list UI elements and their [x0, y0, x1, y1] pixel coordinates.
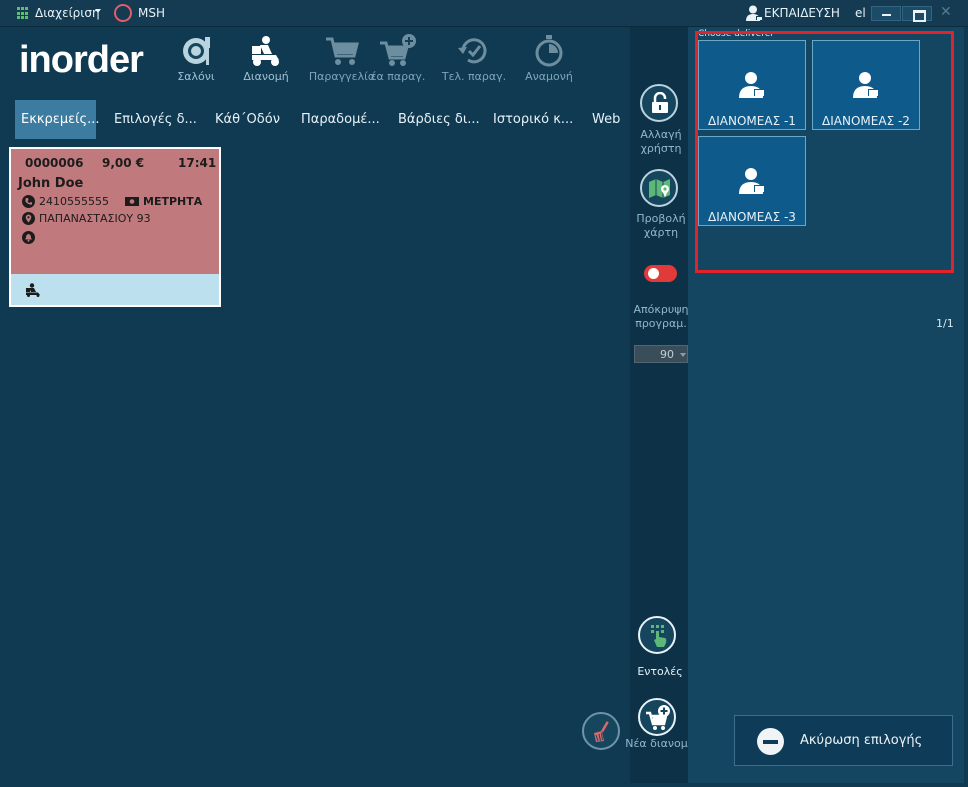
toolbar-last-orders[interactable]: Τελ. παραγ.: [434, 34, 514, 83]
hide-schedule-label: Απόκρυψη προγραμ.: [633, 303, 689, 330]
language-selector[interactable]: el: [855, 6, 866, 20]
customer-address: ΠΑΠΑΝΑΣΤΑΣΙΟΥ 93: [39, 212, 151, 225]
apps-grid-icon[interactable]: [17, 7, 30, 20]
close-button[interactable]: ✕: [940, 4, 952, 20]
numeric-selector-value: 90: [660, 348, 674, 361]
payment-method: ΜΕΤΡΗΤΑ: [143, 195, 203, 208]
map-view-button[interactable]: [640, 169, 678, 207]
toolbar-label: έα παραγ.: [370, 70, 426, 83]
order-number: 0000006: [25, 156, 84, 170]
tab-delivery-options[interactable]: Επιλογές δ...: [108, 100, 203, 139]
toolbar-label: Αναμονή: [525, 70, 573, 83]
commands-label: Εντολές: [637, 665, 683, 678]
tab-web[interactable]: Web: [586, 100, 626, 139]
change-user-label: Αλλαγή χρήστη: [640, 128, 682, 155]
chevron-down-icon[interactable]: [680, 353, 686, 357]
store-name: MSH: [138, 6, 165, 20]
maximize-button[interactable]: [902, 6, 932, 22]
order-amount: 9,00 €: [102, 156, 145, 170]
unlock-icon: [652, 92, 668, 113]
cart-plus-icon: [380, 34, 416, 66]
cancel-selection-label: Ακύρωση επιλογής: [800, 733, 923, 748]
toolbar-salon[interactable]: Σαλόνι: [156, 34, 236, 83]
toolbar-waiting[interactable]: Αναμονή: [509, 34, 589, 83]
current-user[interactable]: ΕΚΠΑΙΔΕΥΣΗ: [764, 6, 840, 20]
map-icon: [649, 179, 670, 198]
tab-delivered[interactable]: Παραδομέ...: [295, 100, 386, 139]
clear-button[interactable]: [582, 712, 620, 750]
store-status-icon: [114, 4, 132, 22]
dining-icon: [183, 37, 210, 65]
customer-name: John Doe: [18, 176, 84, 191]
change-user-button[interactable]: [640, 84, 678, 122]
cash-icon: [125, 197, 139, 206]
order-time: 17:41: [178, 156, 217, 170]
toolbar-label: Διανομή: [243, 70, 289, 83]
bell-icon: [22, 231, 35, 244]
phone-icon: [22, 195, 35, 208]
app-logo: inorder: [19, 39, 144, 81]
minus-circle-icon: [757, 728, 784, 755]
location-pin-icon: [22, 212, 35, 225]
tab-history[interactable]: Ιστορικό κ...: [487, 100, 579, 139]
page-indicator: 1/1: [936, 317, 954, 330]
tab-on-the-way[interactable]: Κάθ΄Οδόν: [209, 100, 286, 139]
map-view-label: Προβολή χάρτη: [636, 212, 686, 239]
tab-shifts[interactable]: Βάρδιες δι...: [392, 100, 486, 139]
numeric-selector[interactable]: 90: [634, 345, 688, 363]
admin-menu[interactable]: Διαχείριση: [35, 6, 100, 20]
hide-schedule-toggle[interactable]: [644, 265, 677, 282]
history-check-icon: [458, 38, 487, 64]
touch-keypad-icon: [651, 625, 667, 647]
new-delivery-button[interactable]: [638, 698, 676, 736]
tab-pending[interactable]: Εκκρεμείς...: [15, 100, 100, 139]
cancel-selection-button[interactable]: Ακύρωση επιλογής: [734, 715, 953, 766]
order-card-footer: [11, 274, 219, 305]
order-card[interactable]: 0000006 9,00 € 17:41 John Doe 2410555555…: [9, 147, 221, 307]
chevron-down-icon[interactable]: [95, 9, 101, 13]
stopwatch-icon: [535, 35, 563, 67]
toolbar-label: Τελ. παραγ.: [441, 70, 507, 83]
delivery-scooter-icon: [26, 283, 40, 297]
customer-phone: 2410555555: [39, 195, 109, 208]
cart-plus-icon: [646, 705, 670, 730]
cart-icon: [326, 37, 359, 65]
minimize-button[interactable]: [871, 6, 901, 21]
broom-icon: [594, 721, 609, 742]
selection-highlight: [695, 31, 954, 273]
user-icon[interactable]: [745, 5, 763, 22]
commands-button[interactable]: [638, 616, 676, 654]
toolbar-new-order[interactable]: έα παραγ.: [358, 34, 438, 83]
toolbar-label: Σαλόνι: [177, 70, 215, 83]
new-delivery-label: Νέα διανομή: [625, 737, 695, 750]
toolbar-delivery[interactable]: Διανομή: [226, 34, 306, 83]
delivery-scooter-icon: [252, 36, 279, 66]
